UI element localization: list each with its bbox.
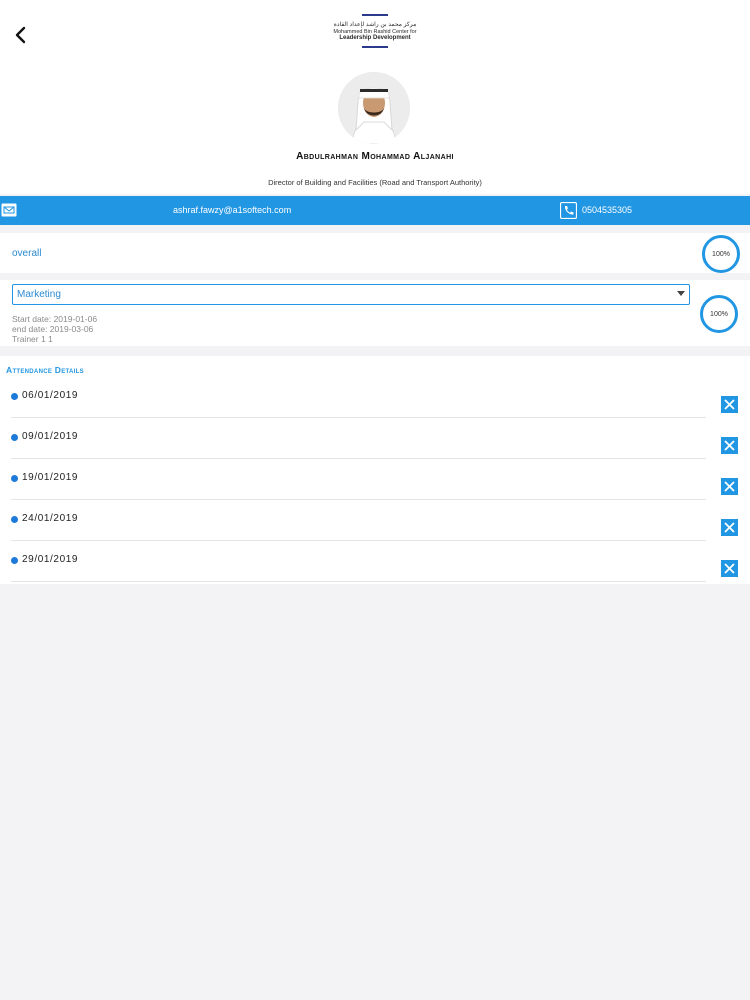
contact-email[interactable]: ashraf.fawzy@a1softech.com (173, 205, 291, 215)
overall-progress-ring: 100% (702, 235, 740, 273)
bullet-icon (11, 516, 18, 523)
course-select[interactable]: Marketing (12, 284, 690, 305)
attendance-date: 19/01/2019 (22, 472, 79, 483)
profile-name: Abdulrahman Mohammad Aljanahi (296, 151, 454, 162)
logo-arabic-text: مركز محمد بن راشد لإعداد القادة (333, 22, 417, 28)
bullet-icon (11, 393, 18, 400)
profile-header: مركز محمد بن راشد لإعداد القادة Mohammed… (0, 0, 750, 194)
course-trainer: Trainer 1 1 (12, 334, 53, 344)
contact-bar: ashraf.fawzy@a1softech.com 0504535305 (0, 196, 750, 225)
logo-english-text-2: Leadership Development (339, 35, 411, 41)
attendance-date: 09/01/2019 (22, 431, 79, 442)
close-icon[interactable] (721, 437, 738, 454)
course-start-date: Start date: 2019-01-06 (12, 314, 98, 324)
course-card: Marketing Start date: 2019-01-06 end dat… (0, 280, 750, 346)
close-icon[interactable] (721, 478, 738, 495)
back-arrow-icon[interactable] (10, 24, 32, 46)
list-item: 29/01/2019 (0, 541, 750, 582)
profile-title: Director of Building and Facilities (Roa… (268, 178, 482, 187)
course-progress-ring: 100% (700, 295, 738, 333)
attendance-date: 06/01/2019 (22, 390, 79, 401)
course-percent: 100% (710, 310, 728, 318)
close-icon[interactable] (721, 560, 738, 577)
list-item: 09/01/2019 (0, 418, 750, 459)
close-icon[interactable] (721, 519, 738, 536)
attendance-list: 06/01/2019 09/01/2019 19/01/2019 24/01/2… (0, 356, 750, 584)
contact-phone[interactable]: 0504535305 (582, 205, 632, 215)
close-icon[interactable] (721, 396, 738, 413)
mail-icon[interactable] (1, 203, 17, 217)
attendance-section-title: Attendance Details (6, 365, 84, 375)
bullet-icon (11, 475, 18, 482)
organization-logo: مركز محمد بن راشد لإعداد القادة Mohammed… (330, 14, 420, 54)
list-item: 19/01/2019 (0, 459, 750, 500)
bullet-icon (11, 557, 18, 564)
overall-percent: 100% (712, 250, 730, 258)
overall-progress-card: overall 100% (0, 233, 750, 273)
bullet-icon (11, 434, 18, 441)
avatar (338, 72, 410, 144)
overall-label: overall (12, 248, 42, 259)
course-end-date: end date: 2019-03-06 (12, 324, 94, 334)
attendance-date: 29/01/2019 (22, 554, 79, 565)
chevron-down-icon (677, 291, 685, 296)
course-select-value: Marketing (17, 289, 61, 300)
phone-icon[interactable] (560, 202, 577, 219)
attendance-date: 24/01/2019 (22, 513, 79, 524)
list-item: 06/01/2019 (0, 377, 750, 418)
list-item: 24/01/2019 (0, 500, 750, 541)
